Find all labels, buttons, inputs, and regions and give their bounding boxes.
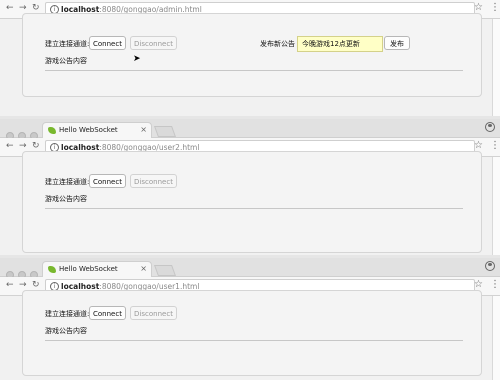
back-arrow-icon[interactable]: ← — [6, 280, 14, 291]
back-arrow-icon[interactable]: ← — [6, 141, 14, 152]
admin-window: ← → ↻ i localhost:8080/gonggao/admin.htm… — [0, 0, 500, 116]
disconnect-button[interactable]: Disconnect — [130, 306, 177, 320]
scrollbar[interactable] — [492, 296, 500, 380]
announcement-label: 游戏公告内容 — [45, 327, 87, 335]
publish-input[interactable]: 今晚游戏12点更新 — [297, 36, 383, 52]
user1-titlebar: Hello WebSocket × — [0, 258, 500, 279]
star-icon[interactable]: ☆ — [474, 140, 483, 151]
admin-panel: 建立连接通道: Connect Disconnect 发布新公告 今晚游戏12点… — [22, 13, 482, 97]
user2-window: Hello WebSocket × ← → ↻ i localhost:8080… — [0, 119, 500, 255]
user2-content: 建立连接通道: Connect Disconnect 游戏公告内容 — [0, 151, 492, 255]
disconnect-button[interactable]: Disconnect — [130, 174, 177, 188]
mouse-cursor-icon: ➤ — [133, 54, 141, 64]
admin-content: 建立连接通道: Connect Disconnect 发布新公告 今晚游戏12点… — [0, 13, 492, 116]
tab-title: Hello WebSocket — [59, 265, 118, 273]
menu-icon[interactable]: ⋮ — [490, 2, 500, 13]
connect-label: 建立连接通道: — [45, 310, 90, 318]
tab-title: Hello WebSocket — [59, 126, 118, 134]
user2-titlebar: Hello WebSocket × — [0, 119, 500, 140]
divider — [45, 208, 463, 209]
spring-leaf-icon — [48, 266, 56, 273]
new-tab-button[interactable] — [153, 265, 177, 276]
browser-tab[interactable]: Hello WebSocket × — [42, 122, 152, 138]
profile-icon[interactable] — [485, 261, 495, 271]
connect-button[interactable]: Connect — [89, 174, 126, 188]
spring-leaf-icon — [48, 127, 56, 134]
close-tab-icon[interactable]: × — [140, 125, 147, 134]
publish-label: 发布新公告 — [260, 40, 295, 48]
scrollbar[interactable] — [492, 19, 500, 116]
profile-icon[interactable] — [485, 122, 495, 132]
announcement-label: 游戏公告内容 — [45, 195, 87, 203]
divider — [45, 340, 463, 341]
connect-button[interactable]: Connect — [89, 36, 126, 50]
publish-button[interactable]: 发布 — [384, 36, 410, 50]
user2-panel: 建立连接通道: Connect Disconnect 游戏公告内容 — [22, 151, 482, 253]
close-tab-icon[interactable]: × — [140, 264, 147, 273]
user1-content: 建立连接通道: Connect Disconnect 游戏公告内容 — [0, 290, 492, 380]
scrollbar[interactable] — [492, 157, 500, 255]
menu-icon[interactable]: ⋮ — [490, 140, 500, 151]
menu-icon[interactable]: ⋮ — [490, 279, 500, 290]
browser-tab[interactable]: Hello WebSocket × — [42, 261, 152, 277]
connect-label: 建立连接通道: — [45, 40, 90, 48]
connect-label: 建立连接通道: — [45, 178, 90, 186]
user1-panel: 建立连接通道: Connect Disconnect 游戏公告内容 — [22, 290, 482, 376]
back-arrow-icon[interactable]: ← — [6, 3, 14, 14]
announcement-label: 游戏公告内容 — [45, 57, 87, 65]
star-icon[interactable]: ☆ — [474, 2, 483, 13]
disconnect-button[interactable]: Disconnect — [130, 36, 177, 50]
user1-window: Hello WebSocket × ← → ↻ i localhost:8080… — [0, 258, 500, 380]
connect-button[interactable]: Connect — [89, 306, 126, 320]
divider — [45, 70, 463, 71]
new-tab-button[interactable] — [153, 126, 177, 137]
star-icon[interactable]: ☆ — [474, 279, 483, 290]
